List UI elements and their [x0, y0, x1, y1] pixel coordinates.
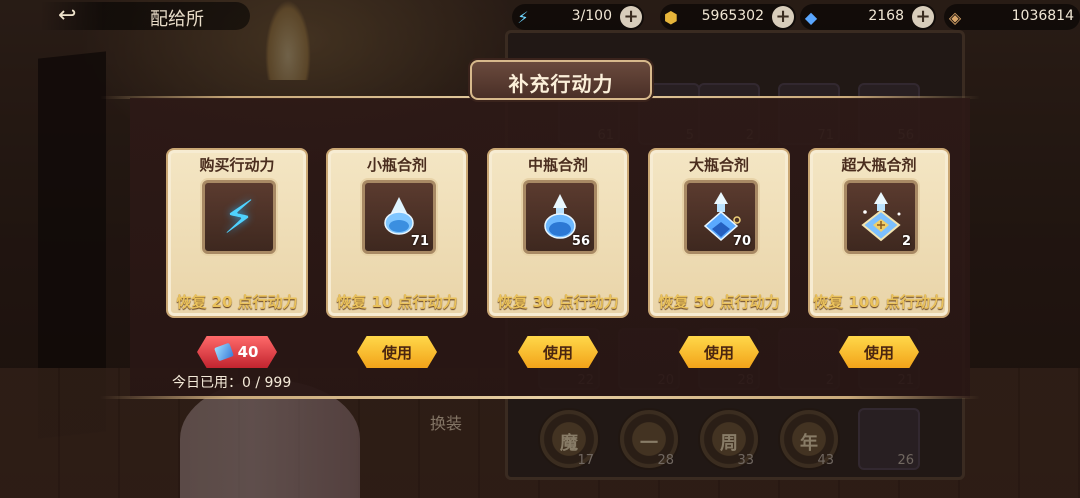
stamina-resource: ⚡ 3/100 +	[512, 4, 644, 30]
item-count: 71	[410, 234, 429, 249]
item-count: 2	[901, 234, 911, 249]
gem-icon	[213, 342, 234, 362]
item-frame: 56	[523, 180, 597, 254]
add-stamina-button[interactable]: +	[620, 6, 642, 28]
back-arrow-icon[interactable]: ↩	[58, 3, 76, 28]
item-count: 70	[732, 234, 751, 249]
buy-cost: 40	[237, 343, 259, 361]
lightning-icon: ⚡	[222, 190, 256, 244]
page-title: 配给所	[150, 9, 204, 30]
gem-resource: ◆ 2168 +	[800, 4, 936, 30]
top-bar: ↩ 配给所 ⚡ 3/100 + ⬢ 5965302 + ◆ 2168 + ◈ 1…	[0, 0, 1080, 34]
card-description: 恢复 50 点行动力	[658, 293, 780, 311]
button-label: 使用	[542, 343, 573, 362]
gem-icon: ◆	[804, 7, 818, 27]
card-title: 超大瓶合剂	[841, 156, 917, 174]
card-description: 恢复 10 点行动力	[336, 293, 458, 311]
use-extra-large-potion-button[interactable]: 使用	[839, 336, 919, 368]
dialog-border-bottom	[100, 396, 980, 399]
item-frame: 2	[844, 180, 918, 254]
fragment-resource: ◈ 1036814	[944, 4, 1080, 30]
fragment-value: 1036814	[1011, 8, 1074, 24]
card-description: 恢复 20 点行动力	[176, 293, 298, 311]
gold-resource: ⬢ 5965302 +	[660, 4, 796, 30]
dialog-title: 补充行动力	[508, 72, 614, 96]
card-large-potion[interactable]: 大瓶合剂 70 恢复 50 点行动力	[648, 148, 790, 318]
use-large-potion-button[interactable]: 使用	[679, 336, 759, 368]
item-frame: 70	[684, 180, 758, 254]
button-label: 使用	[703, 343, 734, 362]
item-count: 56	[571, 234, 590, 249]
dialog-title-plate: 补充行动力	[470, 60, 652, 100]
use-medium-potion-button[interactable]: 使用	[518, 336, 598, 368]
stamina-value: 3/100	[571, 8, 612, 24]
item-frame: ⚡	[202, 180, 276, 254]
add-gold-button[interactable]: +	[772, 6, 794, 28]
used-today-counter: 今日已用：0 / 999	[172, 375, 292, 391]
fragment-icon: ◈	[948, 7, 962, 27]
lightning-icon: ⚡	[517, 7, 529, 27]
card-description: 恢复 30 点行动力	[497, 293, 619, 311]
card-title: 小瓶合剂	[366, 156, 427, 174]
button-label: 使用	[381, 343, 412, 362]
card-title: 中瓶合剂	[527, 156, 588, 174]
gold-coin-icon: ⬢	[664, 7, 678, 27]
item-frame: 71	[362, 180, 436, 254]
extra-large-potion-icon	[861, 192, 901, 242]
gem-value: 2168	[868, 8, 904, 24]
card-title: 购买行动力	[199, 156, 275, 174]
button-label: 使用	[863, 343, 894, 362]
add-gem-button[interactable]: +	[912, 6, 934, 28]
card-buy-stamina[interactable]: 购买行动力 ⚡ 恢复 20 点行动力	[166, 148, 308, 318]
card-medium-potion[interactable]: 中瓶合剂 56 恢复 30 点行动力	[487, 148, 629, 318]
card-extra-large-potion[interactable]: 超大瓶合剂 2 恢复 100 点行动力	[808, 148, 950, 318]
buy-stamina-button[interactable]: 40	[197, 336, 277, 368]
use-small-potion-button[interactable]: 使用	[357, 336, 437, 368]
card-title: 大瓶合剂	[688, 156, 749, 174]
gold-value: 5965302	[701, 8, 764, 24]
card-small-potion[interactable]: 小瓶合剂 71 恢复 10 点行动力	[326, 148, 468, 318]
card-description: 恢复 100 点行动力	[813, 293, 945, 311]
